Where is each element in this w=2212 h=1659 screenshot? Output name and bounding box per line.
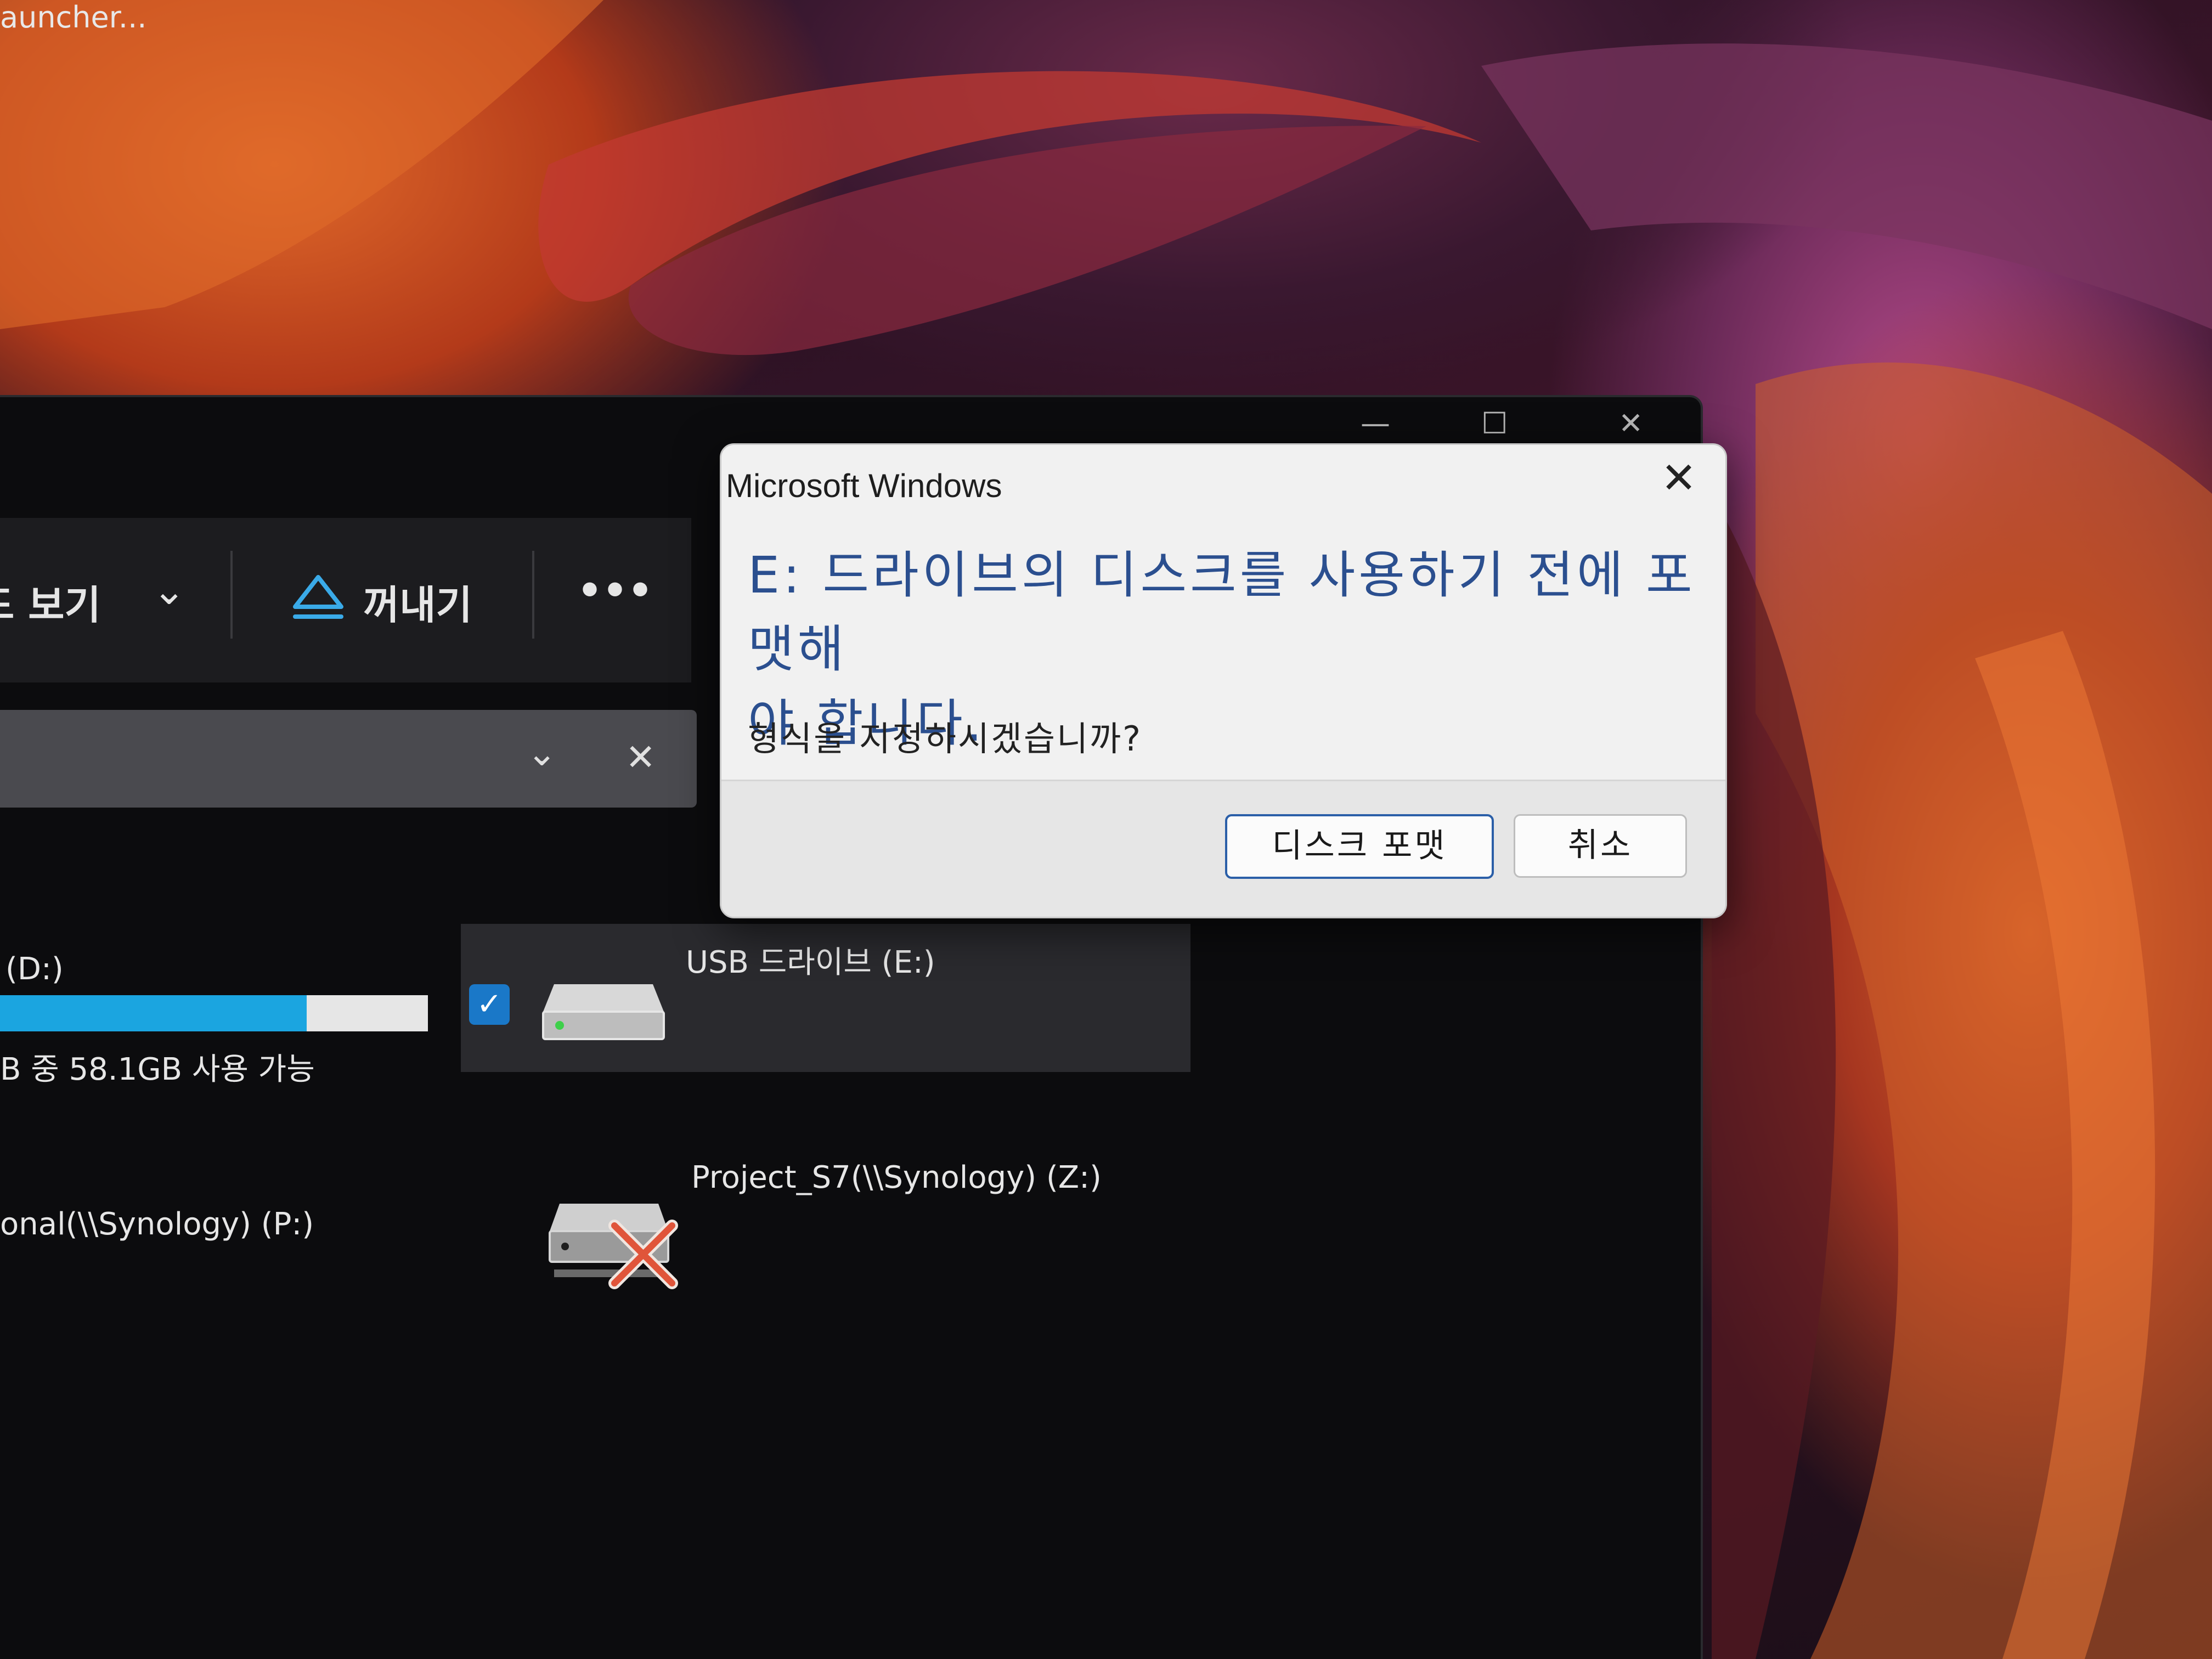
drive-p-label[interactable]: onal(\\Synology) (P:) [0,1206,314,1242]
cancel-button[interactable]: 취소 [1514,814,1687,878]
dialog-title: Microsoft Windows [726,467,1002,504]
window-minimize-button[interactable]: — [1361,406,1390,441]
drive-e-checkbox[interactable]: ✓ [469,984,510,1025]
format-disk-dialog: Microsoft Windows ✕ E: 드라이브의 디스크를 사용하기 전… [720,443,1727,918]
drive-z-label[interactable]: Project_S7(\\Synology) (Z:) [691,1160,1102,1195]
drive-d-usage-bar [0,995,428,1031]
drive-d-usage-text: B 중 58.1GB 사용 가능 [0,1052,315,1087]
network-drive-disconnected-icon [543,1187,686,1299]
drive-d-usage-fill [0,995,307,1031]
dialog-close-button[interactable]: ✕ [1649,448,1709,509]
command-bar: 드 보기 ⌄ 꺼내기 ••• [0,518,691,682]
window-close-button[interactable]: ✕ [1618,406,1643,441]
view-menu-label[interactable]: 드 보기 [0,573,101,630]
drive-e-label[interactable]: USB 드라이브 (E:) [686,938,935,982]
toolbar-divider [230,551,233,639]
screen: auncher... — ☐ ✕ 드 보기 ⌄ 꺼내기 ••• ⌄ ✕ (D:) [0,0,2212,1659]
chevron-down-icon[interactable]: ⌄ [153,567,185,613]
more-options-icon[interactable]: ••• [577,567,653,613]
eject-icon[interactable] [291,573,346,624]
eject-button[interactable]: 꺼내기 [363,573,472,630]
usb-drive-icon [538,962,669,1047]
dialog-question: 형식을 지정하시겠습니까? [748,719,1143,759]
address-clear-icon[interactable]: ✕ [625,736,656,778]
dialog-message-line: E: 드라이브의 디스크를 사용하기 전에 포맷해 [748,546,1696,679]
drive-d-label[interactable]: (D:) [5,951,64,987]
window-maximize-button[interactable]: ☐ [1481,406,1508,441]
address-history-chevron-icon[interactable]: ⌄ [527,732,557,774]
address-bar[interactable]: ⌄ ✕ [0,710,697,808]
dialog-button-bar: 디스크 포맷 취소 [721,780,1725,917]
desktop-icon-label: auncher... [0,0,147,35]
format-disk-button[interactable]: 디스크 포맷 [1225,814,1494,879]
toolbar-divider [532,551,534,639]
